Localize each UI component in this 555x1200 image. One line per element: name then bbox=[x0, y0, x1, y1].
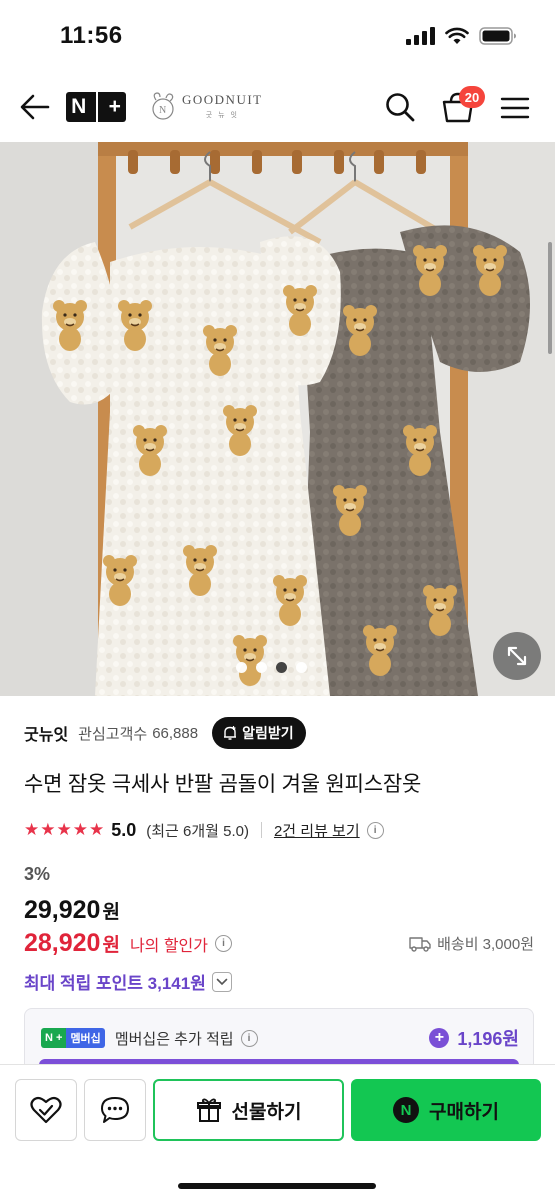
brand-name: GOODNUIT bbox=[182, 92, 263, 107]
gallery-dot-active[interactable] bbox=[276, 662, 287, 673]
membership-points-value: 1,196원 bbox=[457, 1029, 519, 1049]
membership-badge-left: N + bbox=[41, 1028, 67, 1048]
heart-check-icon bbox=[30, 1096, 62, 1124]
store-info-row: 굿뉴잇 관심고객수 66,888 알림받기 bbox=[24, 716, 534, 750]
original-price-currency: 원 bbox=[102, 902, 120, 923]
plus-circle-icon: + bbox=[429, 1028, 450, 1048]
status-icons bbox=[406, 26, 517, 46]
discount-rate: 3% bbox=[24, 864, 51, 884]
bottom-action-bar: 선물하기 N 구매하기 bbox=[0, 1064, 555, 1200]
max-points-row[interactable]: 최대 적립 포인트 3,141원 bbox=[24, 969, 232, 994]
rating-score: 5.0 bbox=[111, 819, 137, 840]
product-photo bbox=[0, 142, 555, 696]
nplus-logo-divider bbox=[96, 92, 99, 122]
store-brand-logo[interactable]: N GOODNUIT 굿 뉴 잇 bbox=[148, 90, 263, 122]
top-header: N + N GOODNUIT 굿 뉴 잇 20 bbox=[0, 72, 555, 142]
wifi-icon bbox=[445, 27, 469, 44]
max-points-label: 최대 적립 포인트 3,141원 bbox=[24, 974, 206, 993]
notify-subscribe-button[interactable]: 알림받기 bbox=[212, 717, 306, 749]
wishlist-button[interactable] bbox=[15, 1079, 77, 1141]
nplus-logo-n: N bbox=[71, 95, 87, 118]
gallery-dot[interactable] bbox=[296, 662, 307, 673]
sale-price-currency: 원 bbox=[102, 935, 120, 956]
status-time: 11:56 bbox=[60, 22, 123, 49]
chevron-down-icon bbox=[216, 978, 228, 985]
discount-info-icon[interactable]: i bbox=[215, 935, 232, 952]
gift-button[interactable]: 선물하기 bbox=[153, 1079, 344, 1141]
nplus-membership-badge: N + 멤버십 bbox=[41, 1028, 105, 1048]
home-indicator[interactable] bbox=[178, 1183, 376, 1189]
store-name[interactable]: 굿뉴잇 bbox=[24, 721, 68, 745]
buy-button[interactable]: N 구매하기 bbox=[351, 1079, 541, 1141]
status-bar: 11:56 bbox=[0, 0, 555, 72]
cart-count-badge: 20 bbox=[459, 86, 485, 108]
brand-bear-mark-icon: N bbox=[152, 92, 174, 120]
membership-info-icon[interactable]: i bbox=[240, 1029, 258, 1047]
review-link[interactable]: 2건 리뷰 보기 bbox=[274, 820, 360, 841]
bell-plus-icon bbox=[224, 726, 237, 740]
naver-plus-logo[interactable]: N + bbox=[66, 92, 126, 122]
gift-box-icon bbox=[196, 1098, 221, 1122]
original-price-value: 29,920 bbox=[24, 896, 101, 924]
expand-arrows-icon bbox=[507, 646, 527, 666]
gallery-pagination-dots bbox=[236, 662, 307, 673]
svg-text:N: N bbox=[159, 105, 166, 116]
review-info-icon[interactable]: i bbox=[366, 821, 384, 839]
cellular-signal-icon bbox=[406, 27, 435, 45]
truck-icon bbox=[409, 936, 431, 952]
membership-text: 멤버십은 추가 적립 bbox=[114, 1030, 234, 1048]
rating-row: ★★★★★ 5.0 (최근 6개월 5.0) 2건 리뷰 보기 i bbox=[24, 818, 384, 842]
notify-label: 알림받기 bbox=[242, 725, 294, 741]
membership-badge-right: 멤버십 bbox=[66, 1028, 105, 1048]
follower-label: 관심고객수 bbox=[78, 725, 148, 743]
follower-count: 66,888 bbox=[152, 724, 199, 742]
gallery-dot[interactable] bbox=[256, 662, 267, 673]
shipping-label: 배송비 3,000원 bbox=[437, 936, 534, 953]
sale-price-value: 28,920 bbox=[24, 929, 101, 957]
rating-stars: ★★★★★ bbox=[24, 820, 106, 839]
product-image-gallery[interactable] bbox=[0, 142, 555, 696]
gallery-dot[interactable] bbox=[236, 662, 247, 673]
gift-label: 선물하기 bbox=[231, 1101, 302, 1123]
membership-points: + 1,196원 bbox=[429, 1025, 519, 1051]
battery-icon bbox=[479, 27, 516, 45]
rating-divider bbox=[260, 822, 262, 838]
page-scrollbar-thumb[interactable] bbox=[548, 242, 552, 354]
hamburger-menu-icon[interactable] bbox=[500, 96, 530, 120]
membership-row[interactable]: N + 멤버십 멤버십은 추가 적립 i + 1,196원 bbox=[41, 1025, 519, 1051]
original-price: 29,920 원 bbox=[24, 896, 120, 925]
brand-text: GOODNUIT 굿 뉴 잇 bbox=[182, 92, 263, 120]
expand-image-button[interactable] bbox=[493, 632, 541, 680]
product-title: 수면 잠옷 극세사 반팔 곰돌이 겨울 원피스잠옷 bbox=[24, 773, 422, 796]
shipping-fee: 배송비 3,000원 bbox=[409, 933, 534, 954]
talk-chat-button[interactable] bbox=[84, 1079, 146, 1141]
chat-bubble-icon bbox=[101, 1097, 129, 1123]
my-discount-label: 나의 할인가 bbox=[129, 937, 208, 955]
search-icon[interactable] bbox=[384, 91, 416, 123]
points-expand-button[interactable] bbox=[211, 971, 232, 992]
buy-label: 구매하기 bbox=[429, 1101, 499, 1123]
nplus-logo-plus: + bbox=[108, 95, 121, 118]
rating-detail: (최근 6개월 5.0) bbox=[146, 822, 249, 840]
sale-price-row: 28,920 원 나의 할인가 i 배송비 3,000원 bbox=[24, 929, 534, 958]
back-arrow-icon[interactable] bbox=[18, 90, 52, 124]
naver-pay-n-icon: N bbox=[393, 1097, 420, 1123]
brand-subtitle: 굿 뉴 잇 bbox=[205, 112, 239, 119]
